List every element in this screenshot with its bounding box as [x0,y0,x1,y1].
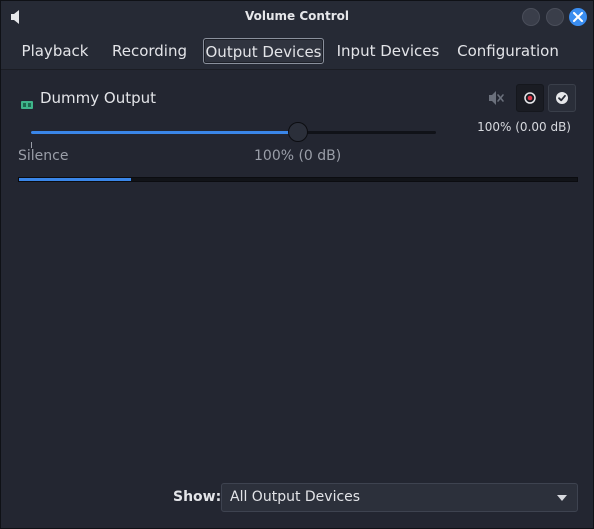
set-default-button[interactable] [548,84,576,112]
tab-separator [1,69,593,70]
maximize-button[interactable] [546,8,564,26]
window-title: Volume Control [245,9,349,23]
silence-label: Silence [18,148,69,164]
lock-channels-icon [524,92,536,104]
minimize-button[interactable] [522,8,540,26]
peak-level-meter [18,177,578,182]
set-default-check-icon [556,92,568,104]
tab-configuration[interactable]: Configuration [452,38,564,64]
chevron-down-icon [557,495,567,501]
sound-card-icon [21,94,33,109]
show-filter-select[interactable]: All Output Devices [221,483,578,512]
volume-control-window: Volume Control Playback Recording Output… [0,0,594,529]
speaker-muted-icon[interactable] [487,89,505,107]
volume-slider-fill [31,131,298,134]
tab-recording[interactable]: Recording [106,38,193,64]
tab-bar: Playback Recording Output Devices Input … [1,33,593,69]
full-volume-label: 100% (0 dB) [254,148,342,164]
lock-channels-button[interactable] [516,84,544,112]
volume-slider[interactable] [31,131,436,134]
show-filter-value: All Output Devices [230,489,361,505]
show-label: Show: [173,489,222,505]
tab-playback[interactable]: Playback [14,38,96,64]
close-button[interactable] [569,8,587,26]
volume-slider-thumb[interactable] [288,122,308,142]
device-name: Dummy Output [40,89,157,107]
peak-level-fill [19,178,131,181]
title-bar[interactable]: Volume Control [1,1,593,33]
close-icon [573,12,583,22]
volume-readout: 100% (0.00 dB) [477,120,571,134]
tab-output-devices[interactable]: Output Devices [203,38,324,64]
tab-input-devices[interactable]: Input Devices [334,38,442,64]
